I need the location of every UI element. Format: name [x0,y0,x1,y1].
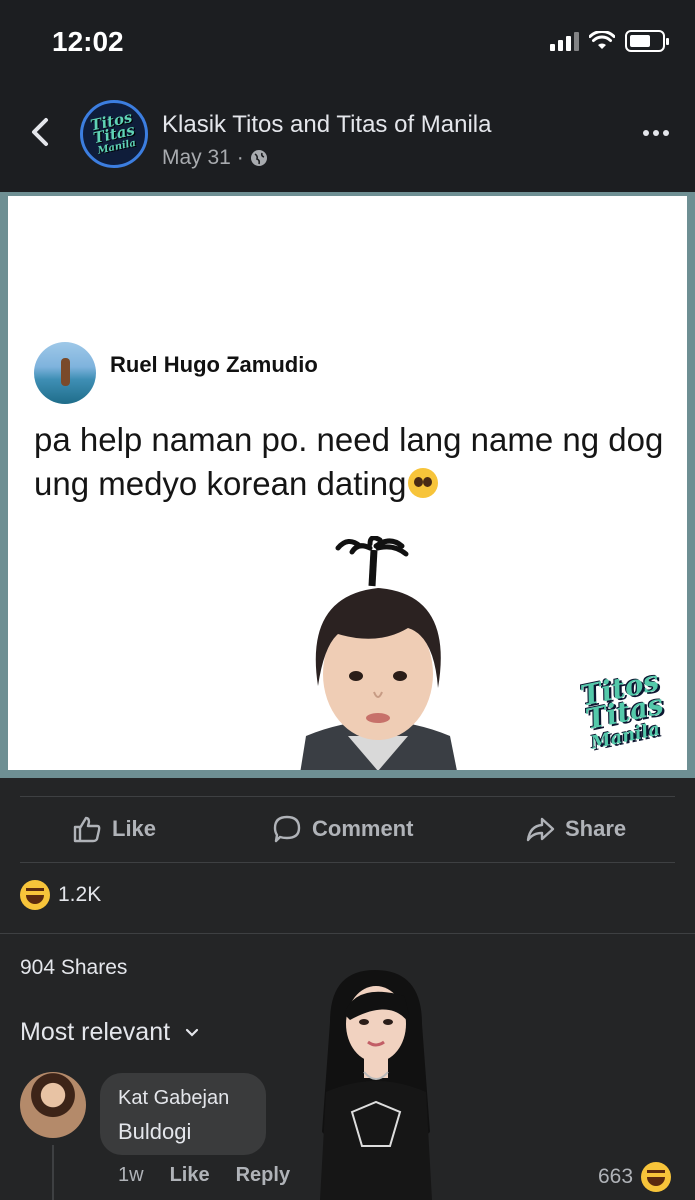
battery-icon [625,30,669,52]
group-name[interactable]: Klasik Titos and Titas of Manila [162,111,491,139]
comment-meta: 1w Like Reply [118,1164,290,1187]
comment-like-button[interactable]: Like [170,1164,210,1187]
post-image-inner: Ruel Hugo Zamudio pa help naman po. need… [8,196,687,770]
post-date: May 31 · [162,146,268,170]
more-icon[interactable] [643,130,669,136]
action-bar: Like Comment Share [0,800,695,862]
commenter-name[interactable]: Kat Gabejan [118,1087,229,1110]
post-date-text: May 31 · [162,146,244,169]
group-avatar[interactable]: Titos Titas Manila [80,100,148,168]
divider-top [20,796,675,797]
meme-person-image [300,536,457,770]
overlay-person-image [320,970,432,1200]
like-button[interactable]: Like [72,814,156,844]
comment-text: Buldogi [118,1119,192,1144]
haha-icon [20,880,50,910]
share-count[interactable]: 904 Shares [20,956,127,980]
status-time: 12:02 [52,26,124,57]
haha-icon [641,1162,672,1192]
watermark-logo: Titos Titas Manila [577,663,667,754]
post-author: Ruel Hugo Zamudio [110,352,318,377]
comment-reaction-number: 663 [598,1165,634,1188]
comment-label: Comment [312,816,414,841]
author-avatar [34,342,96,404]
chevron-down-icon [185,1028,199,1037]
comment-sort-dropdown[interactable]: Most relevant [20,1018,200,1047]
post-text-body: pa help naman po. need lang name ng dog … [34,421,664,502]
signal-icon [550,31,579,51]
sort-label: Most relevant [20,1018,171,1046]
comment-bubble[interactable]: Kat Gabejan Buldogi [100,1073,266,1155]
comment-age: 1w [118,1164,144,1186]
comment-reaction-count[interactable]: 663 [598,1162,672,1192]
commenter-avatar[interactable] [20,1072,86,1138]
pleading-face-icon [408,468,439,498]
share-button[interactable]: Share [525,814,626,844]
comment-reply-button[interactable]: Reply [236,1164,290,1187]
group-logo: Titos Titas Manila [88,107,137,157]
divider-middle [20,862,675,863]
reactions-summary[interactable]: 1.2K [20,880,101,910]
reaction-count: 1.2K [58,883,102,906]
post-text: pa help naman po. need lang name ng dog … [34,418,664,506]
wifi-icon [589,31,615,49]
globe-icon [250,150,267,166]
comment-icon [273,815,301,843]
post-image[interactable]: Ruel Hugo Zamudio pa help naman po. need… [0,192,695,778]
status-icons [550,30,669,52]
like-label: Like [112,816,157,841]
back-icon[interactable] [26,112,56,152]
comment-button[interactable]: Comment [272,814,413,844]
share-icon [526,817,555,842]
top-bar: 12:02 Titos Titas Manila Klasik Titos an… [0,0,695,192]
thread-line [52,1145,54,1200]
share-label: Share [565,816,627,841]
like-icon [73,816,101,843]
divider-bottom [0,933,695,934]
